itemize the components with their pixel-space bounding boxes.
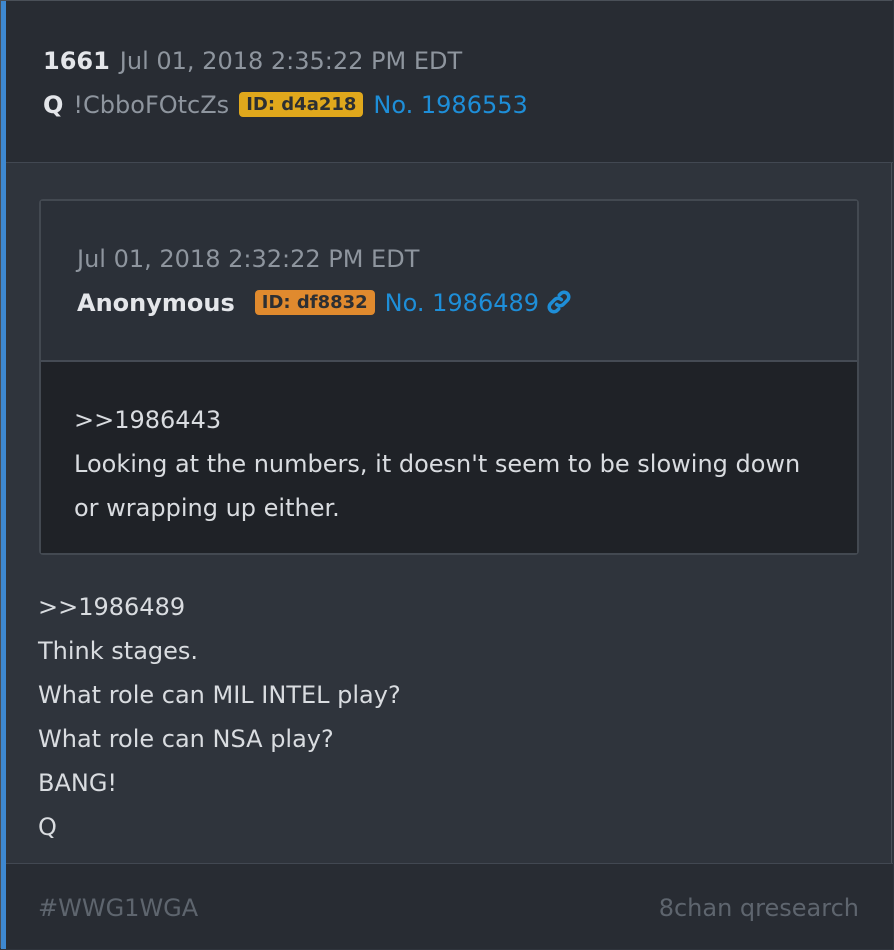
quoted-timestamp: Jul 01, 2018 2:32:22 PM EDT	[77, 245, 420, 273]
quoted-author-line: Anonymous ID: df8832 No. 1986489	[77, 289, 573, 323]
post-signature: Q	[38, 813, 57, 841]
quoted-post-number-link[interactable]: No. 1986489	[385, 289, 539, 317]
quoted-post: Jul 01, 2018 2:32:22 PM EDT Anonymous ID:…	[39, 199, 859, 555]
post-tripcode: !CbboFOtcZs	[73, 91, 230, 119]
post-card: 1661 Jul 01, 2018 2:35:22 PM EDT Q !CbboFO…	[0, 0, 893, 949]
post-number-link[interactable]: No. 1986553	[373, 91, 527, 119]
quoted-meta-line: Jul 01, 2018 2:32:22 PM EDT	[77, 245, 419, 273]
post-author: Q	[43, 91, 64, 119]
quoted-author: Anonymous	[77, 289, 235, 317]
post-text-line: What role can NSA play?	[38, 725, 334, 753]
post-number: 1661	[43, 47, 110, 75]
quoted-post-body: >>1986443 Looking at the numbers, it doe…	[41, 362, 857, 553]
hashtag: #WWG1WGA	[38, 894, 199, 922]
quoted-text-line: Looking at the numbers, it doesn't seem …	[74, 450, 801, 478]
post-timestamp: Jul 01, 2018 2:35:22 PM EDT	[119, 47, 463, 75]
quoted-text-line: or wrapping up either.	[74, 494, 340, 522]
post-id-badge: ID: d4a218	[239, 92, 364, 117]
post-text-line: BANG!	[38, 769, 118, 797]
quoted-reply-ref[interactable]: >>1986443	[74, 398, 834, 442]
source-label: 8chan qresearch	[658, 894, 859, 922]
post-footer: #WWG1WGA 8chan qresearch	[6, 863, 893, 949]
quoted-post-text: >>1986443 Looking at the numbers, it doe…	[74, 398, 834, 530]
quoted-post-header: Jul 01, 2018 2:32:22 PM EDT Anonymous ID:…	[41, 201, 857, 362]
post-text-line: What role can MIL INTEL play?	[38, 681, 401, 709]
post-reply-ref[interactable]: >>1986489	[38, 585, 401, 629]
post-body: >>1986489 Think stages. What role can MI…	[38, 585, 401, 849]
post-header: 1661 Jul 01, 2018 2:35:22 PM EDT Q !CbboFO…	[6, 1, 893, 163]
post-text-line: Think stages.	[38, 637, 199, 665]
quoted-id-badge: ID: df8832	[254, 290, 375, 315]
link-icon[interactable]	[545, 288, 573, 320]
post-meta-line: 1661 Jul 01, 2018 2:35:22 PM EDT	[43, 47, 462, 81]
post-author-line: Q !CbboFOtcZs ID: d4a218 No. 1986553	[43, 91, 528, 125]
